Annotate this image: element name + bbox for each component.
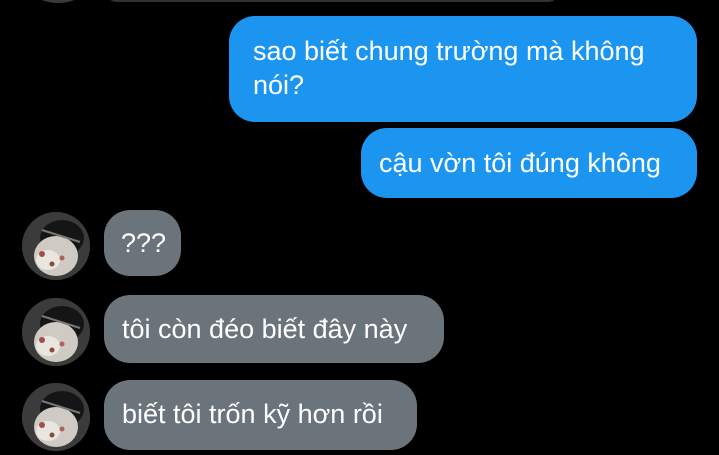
message-text-line: ??? [121,228,167,258]
contact-avatar[interactable] [22,298,90,366]
avatar-photo-icon [22,212,90,280]
previous-message-avatar [30,0,86,3]
sent-message-bubble[interactable]: sao biết chung trường mà không nói? [229,16,697,122]
sent-message-bubble[interactable]: cậu vờn tôi đúng không [361,128,697,198]
received-message-bubble[interactable]: tôi còn đéo biết đây này [104,295,444,363]
message-text-line: biết tôi trốn kỹ hơn rồi [122,399,383,429]
avatar-photo-icon [22,383,90,451]
message-text-line: cậu vờn tôi đúng không [379,148,661,178]
message-text-line: sao biết chung trường mà không [253,36,645,66]
message-text-line: nói? [253,70,305,100]
received-message-bubble[interactable]: ??? [104,210,181,276]
avatar-photo-icon [22,298,90,366]
contact-avatar[interactable] [22,383,90,451]
contact-avatar[interactable] [22,212,90,280]
previous-message-bubble [105,0,560,2]
received-message-bubble[interactable]: biết tôi trốn kỹ hơn rồi [104,380,417,450]
message-text-line: tôi còn đéo biết đây này [122,314,408,344]
